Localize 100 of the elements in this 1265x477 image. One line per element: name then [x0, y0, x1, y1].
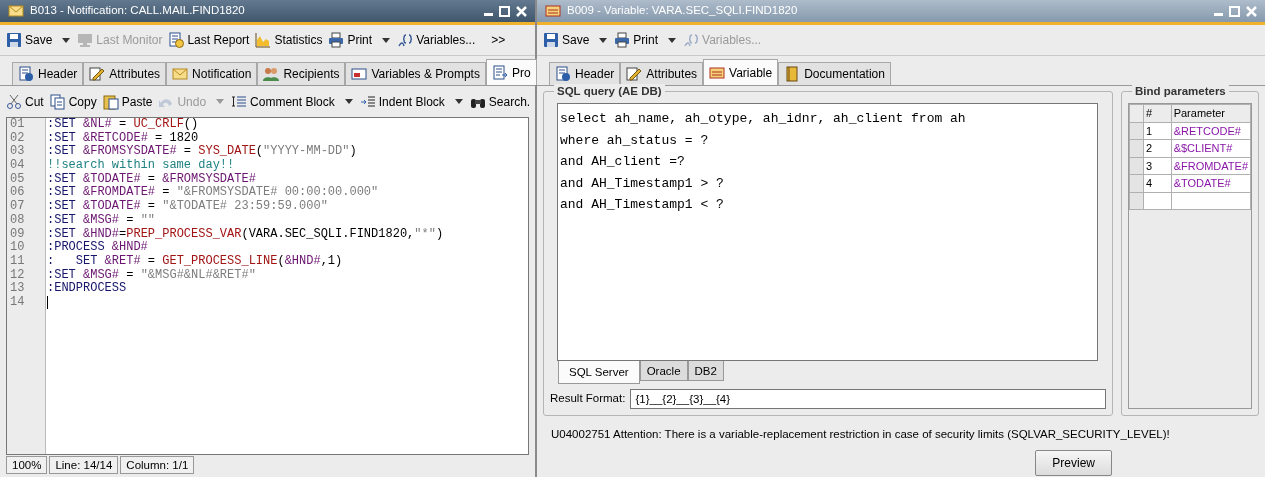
code-line: :SET &NL# = UC_CRLF(): [46, 118, 200, 132]
code-line: :SET &HND#=PREP_PROCESS_VAR(VARA.SEC_SQLI.FIND1820,"*"): [46, 227, 445, 241]
column-header: #: [1143, 104, 1172, 122]
maximize-icon: [1229, 5, 1240, 17]
tag-icon: [709, 64, 726, 81]
close-icon: [1246, 5, 1257, 17]
toolbar-button[interactable]: Comment Block: [229, 91, 356, 112]
toolbar-button[interactable]: Indent Block: [357, 91, 466, 112]
report-clock-icon: [168, 32, 185, 48]
status-field: Line: 14/14: [49, 456, 119, 474]
line-number: 08: [9, 213, 26, 228]
toolbar-button[interactable]: Copy: [47, 91, 99, 112]
toolbar-button[interactable]: Save: [4, 30, 74, 50]
code-line: !!search within same day!!: [46, 159, 236, 173]
line-number: 11: [9, 254, 26, 269]
caret-icon: [453, 98, 464, 105]
scissors-icon: [6, 93, 22, 110]
tab[interactable]: DB2: [687, 361, 724, 381]
code-line: : SET &RET# = GET_PROCESS_LINE(&HND#,1): [46, 254, 344, 269]
sql-editor[interactable]: select ah_name, ah_otype, ah_idnr, ah_client from ah where ah_status = ? and AH_client =? and AH_Timestamp1 > ? and AH_Timestamp1 < ?: [557, 103, 1098, 361]
line-number: 03: [9, 145, 26, 159]
tab[interactable]: Header: [12, 62, 84, 85]
tab[interactable]: SQL Server: [558, 361, 640, 384]
variables-icon: [397, 32, 414, 48]
caret-icon: [381, 36, 392, 44]
line-number: 09: [9, 227, 26, 241]
code-line: :SET &TODATE# = &FROMSYSDATE#: [46, 172, 257, 186]
printer-icon: [614, 32, 631, 48]
tab[interactable]: Attributes: [83, 62, 167, 85]
tab[interactable]: Documentation: [778, 62, 891, 85]
clipboard-icon: [102, 93, 119, 110]
column-header: Parameter: [1171, 104, 1251, 122]
line-number: 02: [9, 131, 26, 145]
document-pencil-icon: [89, 66, 106, 82]
toolbar-button[interactable]: Search.: [467, 91, 533, 112]
screen-icon: [351, 66, 368, 82]
status-field: Column: 1/1: [120, 456, 195, 474]
toolbar-button[interactable]: Variables...: [395, 30, 478, 50]
window-title: B013 - Notification: CALL.MAIL.FIND1820: [30, 3, 246, 19]
document-pencil-icon: [626, 66, 643, 82]
overflow-button[interactable]: >>: [489, 30, 508, 50]
code-line: :PROCESS &HND#: [46, 241, 149, 255]
document-info-icon: [555, 66, 571, 82]
line-number: 05: [9, 172, 26, 186]
code-line: :SET &MSG# = "&MSG#&NL#&RET#": [46, 268, 257, 282]
code-line: :SET &MSG# = "": [46, 213, 157, 228]
code-line: :SET &FROMSYSDATE# = SYS_DATE("YYYY-MM-DD"): [46, 145, 358, 159]
window-title: B009 - Variable: VARA.SEC_SQLI.FIND1820: [567, 3, 799, 19]
tab[interactable]: Header: [549, 62, 621, 85]
code-line: where ah_status = ?: [559, 131, 710, 150]
panel-legend: SQL query (AE DB): [554, 84, 665, 98]
copy-icon: [49, 93, 66, 110]
line-number: 14: [9, 295, 26, 310]
envelope-icon: [8, 3, 24, 19]
toolbar-button[interactable]: Print: [326, 30, 394, 50]
minimize-icon: [484, 12, 493, 16]
indent-icon: [359, 93, 376, 110]
tab[interactable]: Variables & Prompts: [345, 62, 486, 85]
line-number: 07: [9, 200, 26, 214]
close-icon: [516, 5, 527, 17]
text-cursor-icon: [47, 295, 48, 309]
tab[interactable]: Notification: [166, 62, 258, 85]
line-number: 06: [9, 186, 26, 200]
line-number: 10: [9, 241, 26, 255]
toolbar-button[interactable]: Print: [612, 30, 680, 50]
toolbar-button[interactable]: Paste: [100, 91, 155, 112]
toolbar-button[interactable]: Save: [541, 30, 611, 50]
warning-message: U04002751 Attention: There is a variable-replacement restriction in case of security limits (SQLVAR_SECURITY_LEVEL)!: [550, 427, 1171, 442]
field-label: Result Format:: [550, 391, 626, 407]
chart-icon: [255, 32, 272, 48]
code-line: and AH_client =?: [559, 153, 686, 172]
envelope-icon: [172, 66, 189, 82]
book-icon: [784, 66, 801, 82]
code-line: and AH_Timestamp1 > ?: [559, 174, 725, 193]
preview-button[interactable]: Preview: [1035, 450, 1112, 477]
toolbar-button[interactable]: Statistics: [253, 30, 325, 50]
tab[interactable]: Recipients: [257, 62, 346, 85]
caret-icon: [667, 36, 678, 44]
people-icon: [263, 66, 280, 82]
toolbar-button[interactable]: Cut: [4, 91, 46, 112]
code-line: :ENDPROCESS: [46, 282, 128, 296]
tab[interactable]: Attributes: [620, 62, 704, 85]
minimize-icon: [1214, 12, 1223, 16]
code-line: select ah_name, ah_otype, ah_idnr, ah_client from ah: [559, 110, 967, 128]
code-line: :SET &RETCODE# = 1820: [46, 131, 200, 145]
toolbar-button[interactable]: Last Report: [166, 30, 252, 50]
caret-icon: [598, 36, 609, 44]
monitor-icon: [77, 32, 94, 48]
comment-lines-icon: [231, 93, 248, 110]
maximize-icon: [499, 5, 510, 17]
tab[interactable]: Variable: [703, 59, 779, 85]
variables-icon: [683, 32, 700, 48]
tab[interactable]: Oracle: [639, 361, 688, 381]
result-format-field[interactable]: {1}__{2}__{3}__{4}: [630, 389, 1106, 409]
tag-icon: [545, 3, 561, 19]
line-number: 01: [9, 118, 26, 132]
code-line: and AH_Timestamp1 < ?: [559, 196, 725, 215]
line-number: 13: [9, 282, 26, 296]
tab[interactable]: Pro: [485, 59, 537, 85]
caret-icon: [61, 36, 72, 44]
